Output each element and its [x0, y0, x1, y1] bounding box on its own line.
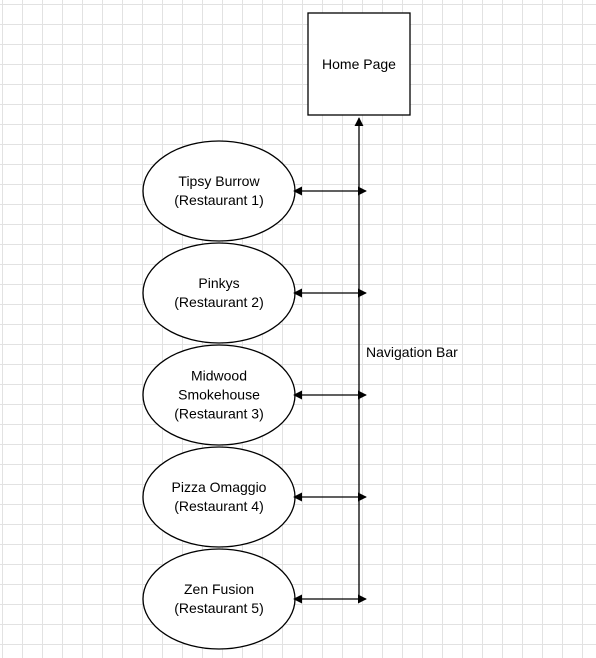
restaurant-4-tag: (Restaurant 4): [174, 498, 264, 514]
restaurant-4-name-line: Pizza Omaggio: [171, 479, 267, 495]
diagram-svg: [142, 12, 411, 650]
restaurant-3-name-line: Midwood: [190, 367, 248, 384]
restaurant-2-tag: (Restaurant 2): [174, 294, 264, 310]
restaurant-4-label: Pizza Omaggio (Restaurant 4): [172, 478, 267, 516]
diagram-canvas: Home Page Navigation Bar Tipsy Burrow (Re…: [0, 0, 596, 658]
navigation-bar-label: Navigation Bar: [366, 344, 458, 360]
restaurant-1-name-line: Tipsy Burrow: [178, 173, 260, 189]
restaurant-3-name-line: Smokehouse: [178, 386, 260, 403]
restaurant-1-label: Tipsy Burrow (Restaurant 1): [174, 172, 263, 210]
restaurant-2-name-line: Pinkys: [198, 275, 240, 291]
restaurant-5-tag: (Restaurant 5): [174, 600, 264, 616]
home-page-label: Home Page: [322, 56, 396, 72]
restaurant-connectors: [293, 186, 367, 604]
restaurant-3-label: Midwood Smokehouse (Restaurant 3): [174, 367, 263, 424]
restaurant-1-tag: (Restaurant 1): [174, 192, 264, 208]
restaurant-2-label: Pinkys (Restaurant 2): [174, 274, 263, 312]
restaurant-3-tag: (Restaurant 3): [174, 405, 264, 422]
restaurant-5-label: Zen Fusion (Restaurant 5): [174, 580, 263, 618]
restaurant-5-name-line: Zen Fusion: [183, 581, 255, 597]
